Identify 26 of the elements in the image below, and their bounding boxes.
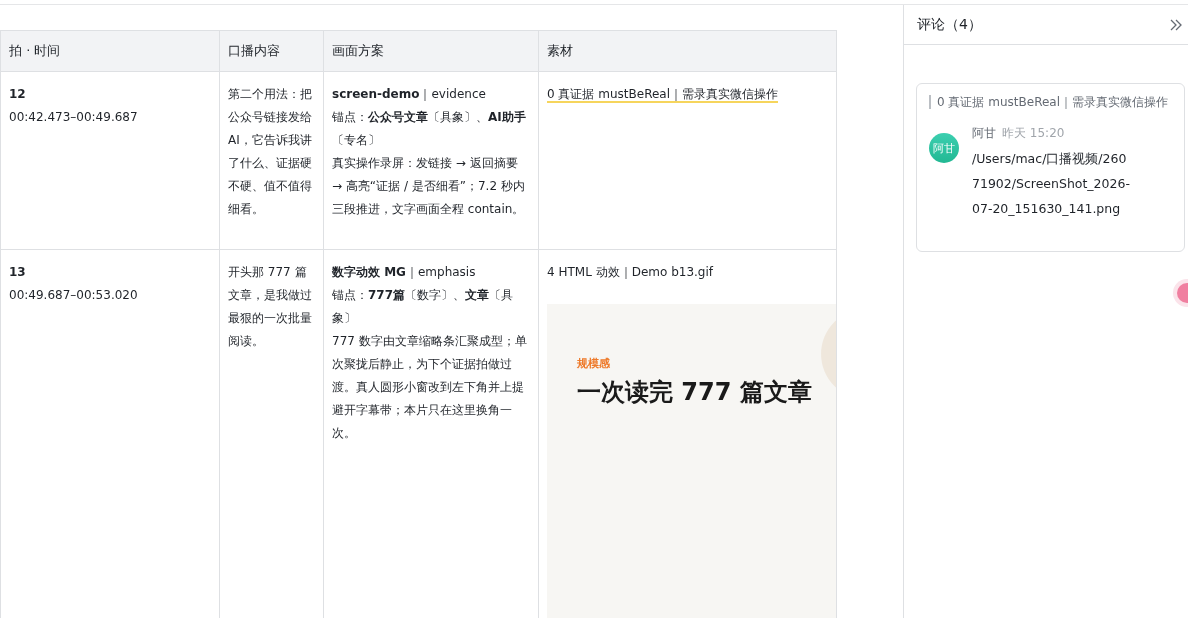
material-text: 4 HTML 动效｜Demo b13.gif bbox=[547, 265, 713, 279]
plan-text: 锚点：777篇〔数字〕、文章〔具象〕 bbox=[332, 287, 515, 327]
timecode: 00:42.473–00:49.687 bbox=[9, 109, 139, 126]
preview-tag: 规模感 bbox=[577, 352, 610, 375]
preview-headline: 一次读完 777 篇文章 bbox=[577, 381, 812, 404]
plan-text: screen-demo｜evidence bbox=[332, 86, 487, 103]
comment-time: 昨天 15:20 bbox=[1002, 125, 1065, 142]
column-header: 画面方案 bbox=[323, 30, 539, 72]
beat-number: 12 bbox=[9, 86, 27, 103]
script-text: 开头那 777 篇文章，是我做过最狠的一次批量阅读。 bbox=[228, 264, 313, 350]
plan-text: 锚点：公众号文章〔具象〕、AI助手〔专名〕 bbox=[332, 109, 527, 149]
column-header: 拍 · 时间 bbox=[0, 30, 220, 72]
plan-text: 777 数字由文章缩略条汇聚成型；单次聚拢后静止，为下个证据拍做过渡。真人圆形小窗改到左下角并上提避开字幕带；本片只在这里换角一次。 bbox=[332, 333, 528, 442]
material-text: 0 真证据 mustBeReal｜需录真实微信操作 bbox=[547, 87, 778, 103]
plan-text: 数字动效 MG｜emphasis bbox=[332, 264, 477, 281]
comments-title: 评论（4） bbox=[917, 15, 982, 34]
comment-body: /Users/mac/口播视频/26071902/ScreenShot_2026-07-20_151630_141.png bbox=[972, 150, 1131, 218]
script-text: 第二个用法：把公众号链接发给 AI，它告诉我讲了什么、证据硬不硬、值不值得细看。 bbox=[228, 86, 313, 218]
plan-text: 真实操作录屏：发链接 → 返回摘要 → 高亮“证据 / 是否细看”；7.2 秒内三段推进，文字画面全程 contain。 bbox=[332, 155, 526, 218]
column-header: 素材 bbox=[538, 30, 837, 72]
beat-number: 13 bbox=[9, 264, 27, 281]
comment-author: 阿甘 bbox=[972, 125, 996, 142]
comment-quote: 0 真证据 mustBeReal｜需录真实微信操作 bbox=[929, 95, 1172, 109]
column-header: 口播内容 bbox=[219, 30, 324, 72]
avatar: 阿甘 bbox=[929, 133, 959, 163]
timecode: 00:49.687–00:53.020 bbox=[9, 287, 139, 304]
